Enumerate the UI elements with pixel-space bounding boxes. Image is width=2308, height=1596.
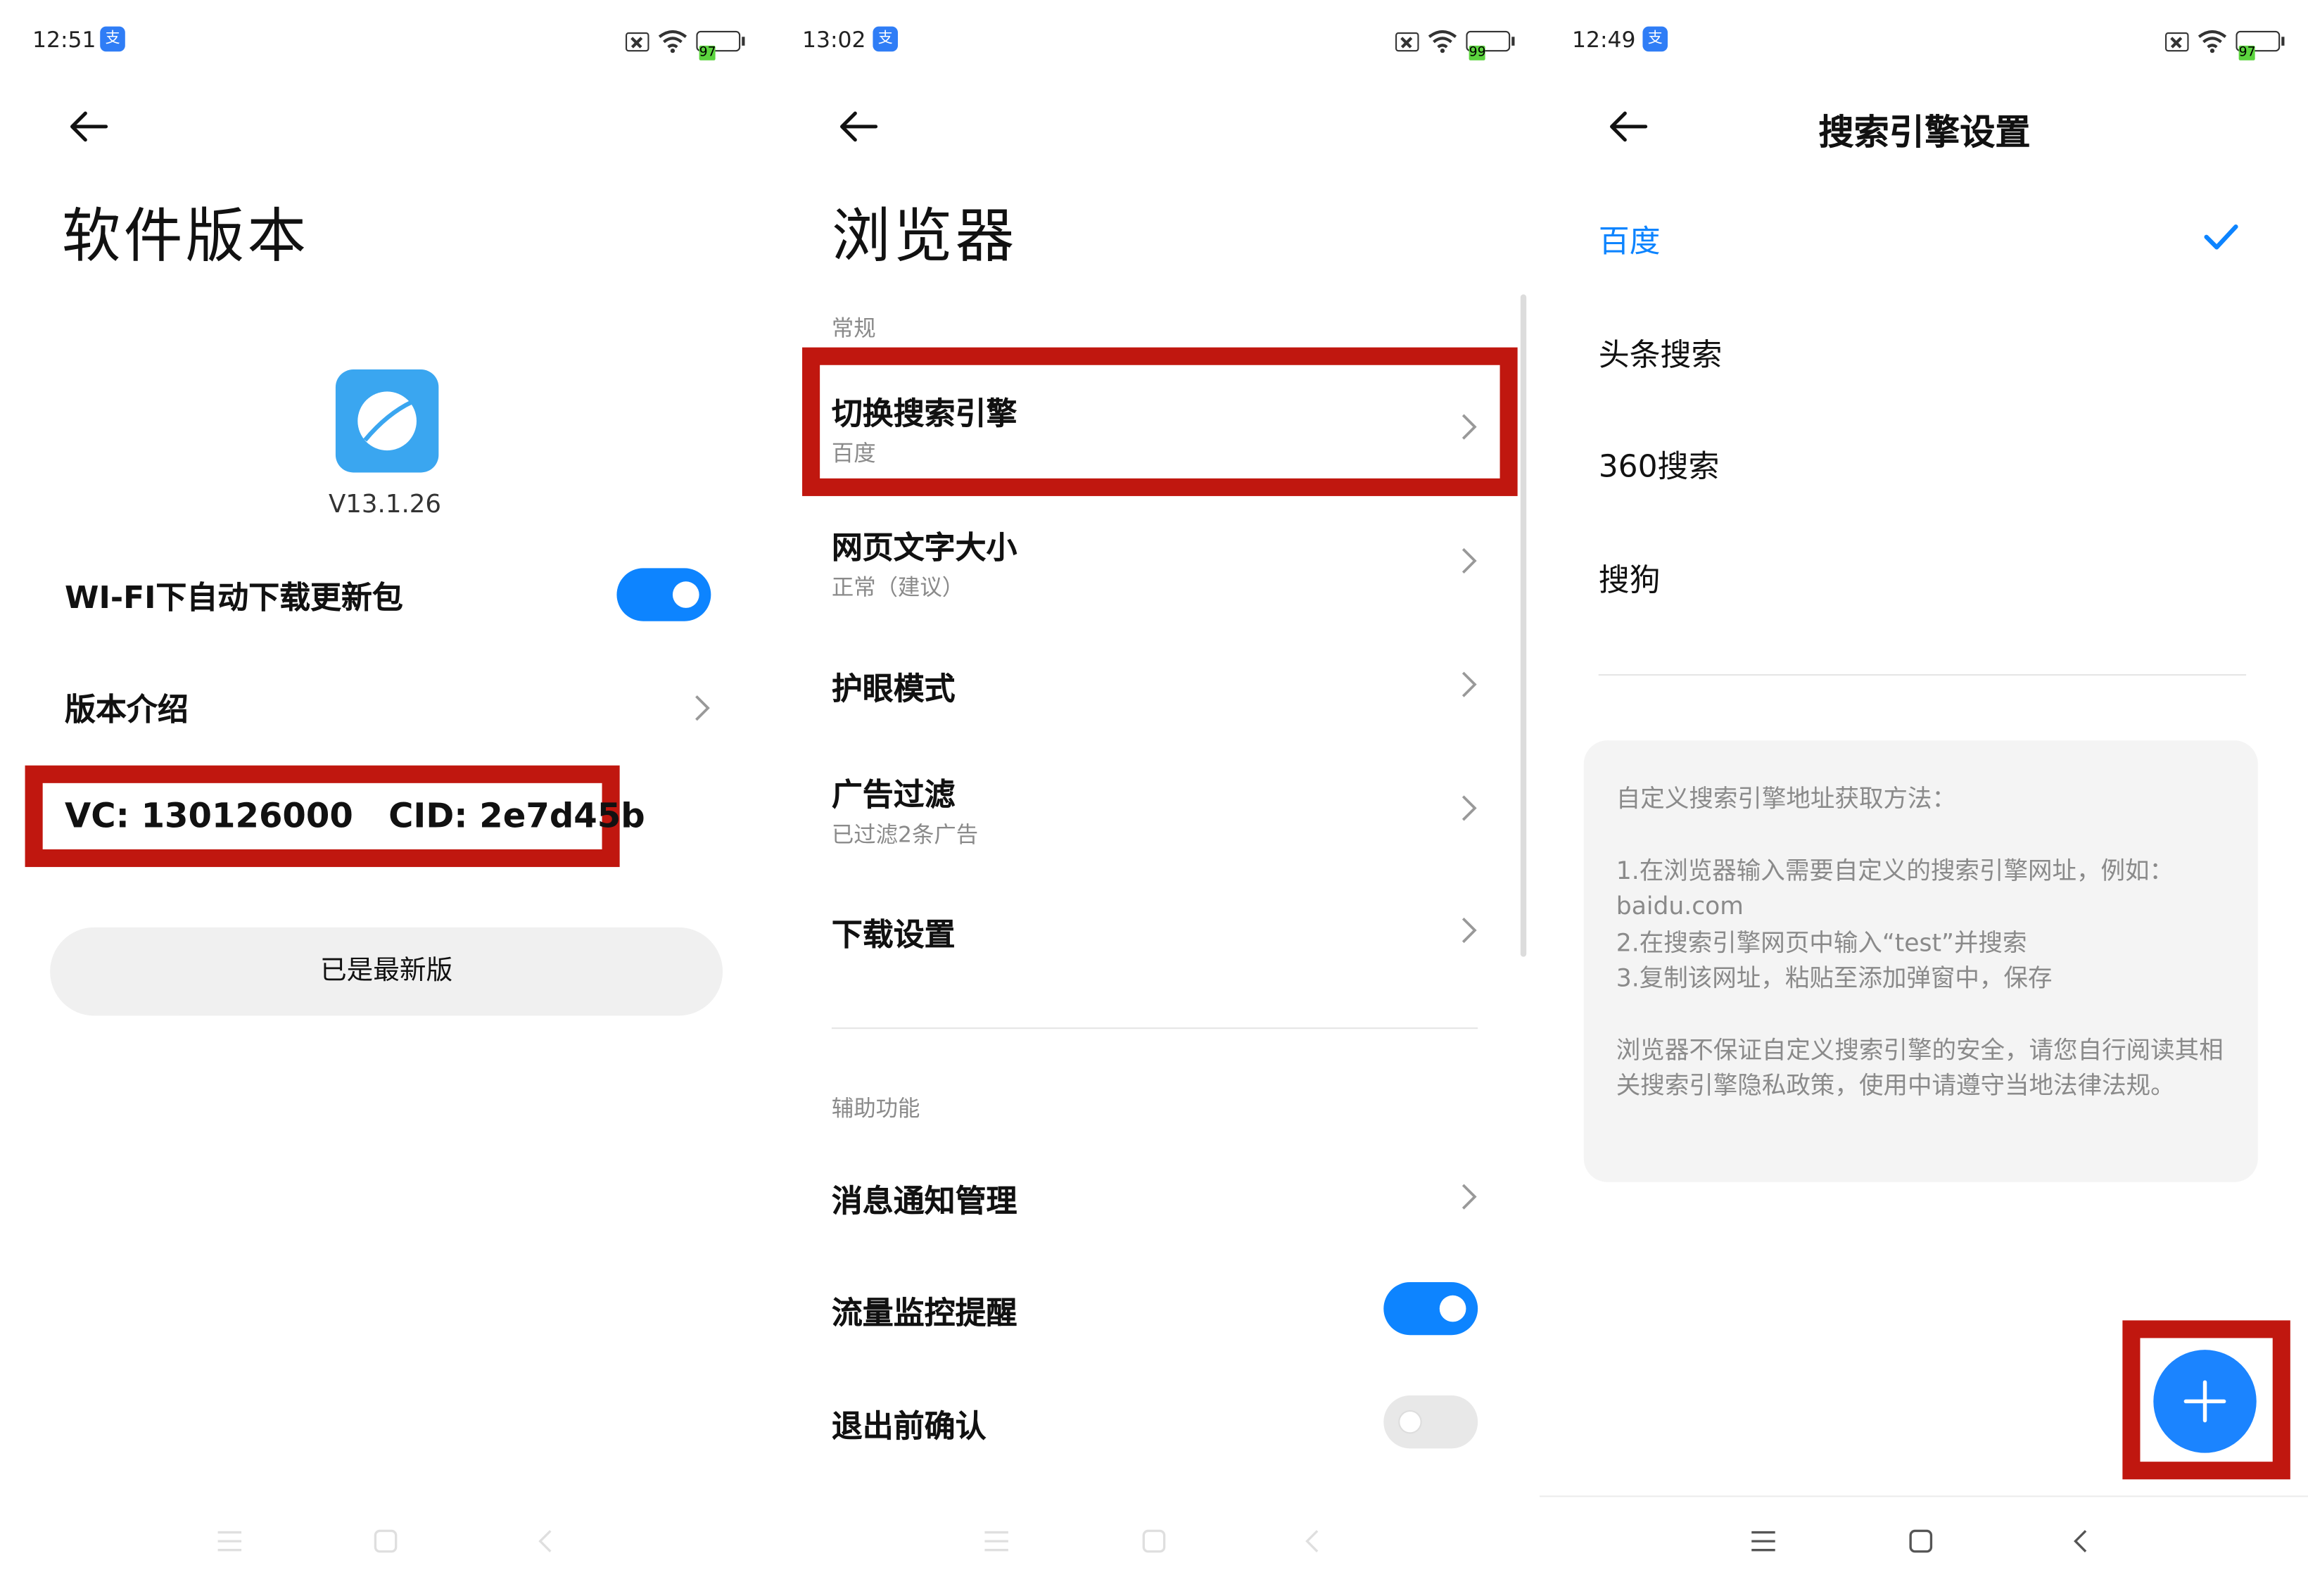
divider [831,1027,1478,1030]
back-nav-icon[interactable] [530,1525,562,1557]
settings-item-notifications[interactable]: 消息通知管理 [770,1154,1540,1243]
latest-version-button[interactable]: 已是最新版 [50,927,723,1016]
plus-icon [2183,1380,2226,1423]
wifi-icon [1428,30,1457,53]
status-bar: 12:51 支 97 [32,20,745,62]
settings-item-ad-filter[interactable]: 广告过滤 已过滤2条广告 [770,756,1540,848]
home-icon[interactable] [1138,1525,1170,1557]
battery-level: 99 [1469,45,1486,61]
settings-item-label: 护眼模式 [831,671,956,707]
settings-item-label: 广告过滤 [831,777,956,813]
page-title: 搜索引擎设置 [1818,111,2031,153]
version-number: V13.1.26 [328,490,442,520]
home-icon[interactable] [1905,1525,1937,1557]
battery-level: 97 [2238,45,2256,61]
engine-option-toutiao[interactable]: 头条搜索 [1599,331,1723,376]
section-assist-label: 辅助功能 [831,1095,920,1122]
wifi-auto-download-label: WI-FI下自动下载更新包 [65,580,403,616]
status-time: 12:51 [32,26,96,53]
status-bar: 12:49 支 97 [1572,20,2285,62]
battery-level: 97 [699,45,716,61]
settings-item-label: 消息通知管理 [831,1183,1017,1220]
wifi-auto-download-row[interactable]: WI-FI下自动下载更新包 [0,550,770,639]
info-step-2: 2.在搜索引擎网页中输入“test”并搜索 [1616,927,2027,956]
software-version-screen: 12:51 支 97 软件版本 V13.1.26 WI-FI下自动下载更新包 版… [0,0,771,1596]
search-engine-settings-screen: 12:49 支 97 搜索引擎设置 百度 头条搜索 360搜索 搜狗 自定义搜索… [1540,0,2308,1596]
custom-engine-info-box: 自定义搜索引擎地址获取方法： 1.在浏览器输入需要自定义的搜索引擎网址，例如：b… [1583,740,2258,1182]
sim-off-icon [626,31,649,51]
app-notification-icon: 支 [100,26,125,52]
status-bar: 13:02 支 99 [802,20,1515,62]
chevron-right-icon [1461,1184,1477,1210]
home-icon[interactable] [369,1525,402,1557]
info-step-1: 1.在浏览器输入需要自定义的搜索引擎网址，例如：baidu.com [1616,856,2174,920]
settings-item-traffic-monitor[interactable]: 流量监控提醒 [770,1266,1540,1355]
status-time: 12:49 [1572,26,1636,53]
wifi-auto-download-toggle[interactable] [616,568,711,621]
settings-item-label: 下载设置 [831,917,956,953]
status-time: 13:02 [802,26,866,53]
sim-off-icon [1395,31,1419,51]
engine-option-baidu[interactable]: 百度 [1599,218,1661,262]
chevron-right-icon [695,695,710,721]
traffic-monitor-toggle[interactable] [1383,1281,1478,1336]
system-nav-bar [0,1516,770,1566]
app-logo-icon [335,369,439,473]
nav-divider [1540,1495,2308,1497]
section-general-label: 常规 [831,315,876,342]
chevron-right-icon [1461,547,1477,574]
wifi-icon [658,30,687,53]
info-step-3: 3.复制该网址，粘贴至添加弹窗中，保存 [1616,964,2053,992]
page-title: 软件版本 [61,203,310,271]
settings-item-exit-confirm[interactable]: 退出前确认 [770,1379,1540,1468]
settings-item-eye-mode[interactable]: 护眼模式 [770,642,1540,730]
app-notification-icon: 支 [873,26,898,52]
chevron-right-icon [1461,795,1477,821]
system-nav-bar [770,1516,1540,1566]
battery-icon: 97 [2236,30,2285,61]
exit-confirm-toggle[interactable] [1383,1395,1478,1449]
add-engine-button[interactable] [2153,1350,2257,1453]
divider [1598,674,2247,676]
menu-icon[interactable] [980,1525,1013,1557]
settings-item-font-size[interactable]: 网页文字大小 正常（建议） [770,509,1540,600]
menu-icon[interactable] [213,1525,246,1557]
info-heading: 自定义搜索引擎地址获取方法： [1616,784,1957,813]
app-notification-icon: 支 [1642,26,1668,52]
battery-icon: 97 [696,30,745,61]
settings-item-label: 流量监控提醒 [831,1295,1017,1331]
engine-option-sogou[interactable]: 搜狗 [1599,557,1661,601]
settings-item-sub: 已过滤2条广告 [831,821,979,848]
chevron-right-icon [1461,917,1477,944]
menu-icon[interactable] [1747,1525,1780,1557]
sim-off-icon [2165,31,2189,51]
version-intro-row[interactable]: 版本介绍 [0,662,770,751]
back-nav-icon[interactable] [2065,1525,2098,1557]
page-title: 浏览器 [831,203,1017,271]
settings-item-label: 退出前确认 [831,1408,987,1445]
engine-option-360[interactable]: 360搜索 [1599,443,1720,488]
vc-cid-text: VC: 130126000 CID: 2e7d45b [65,797,645,837]
browser-settings-screen: 13:02 支 99 浏览器 常规 切换搜索引擎 百度 网页文字大小 正常（建议… [770,0,1540,1596]
settings-item-download[interactable]: 下载设置 [770,887,1540,976]
settings-item-sub: 正常（建议） [831,574,965,601]
info-disclaimer: 浏览器不保证自定义搜索引擎的安全，请您自行阅读其相关搜索引擎隐私政策，使用中请遵… [1616,1035,2224,1100]
back-arrow-icon[interactable] [835,103,882,150]
highlight-box [802,347,1518,496]
wifi-icon [2198,30,2227,53]
battery-icon: 99 [1466,30,1515,61]
back-nav-icon[interactable] [1297,1525,1329,1557]
settings-item-label: 网页文字大小 [831,530,1017,566]
check-icon [2204,224,2238,250]
back-arrow-icon[interactable] [65,103,112,150]
chevron-right-icon [1461,671,1477,697]
version-intro-label: 版本介绍 [65,692,189,728]
system-nav-bar [1540,1516,2308,1566]
